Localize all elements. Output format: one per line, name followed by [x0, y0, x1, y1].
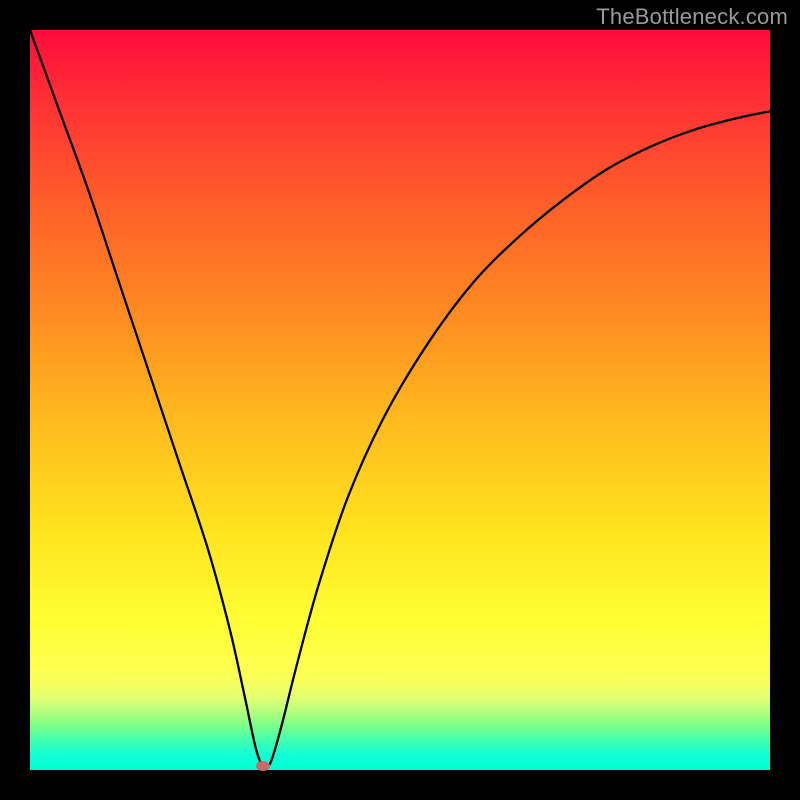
minimum-marker	[256, 761, 270, 771]
chart-frame: TheBottleneck.com	[0, 0, 800, 800]
watermark: TheBottleneck.com	[596, 4, 788, 30]
plot-area	[30, 30, 770, 770]
bottleneck-curve	[30, 30, 770, 768]
curve-svg	[30, 30, 770, 770]
